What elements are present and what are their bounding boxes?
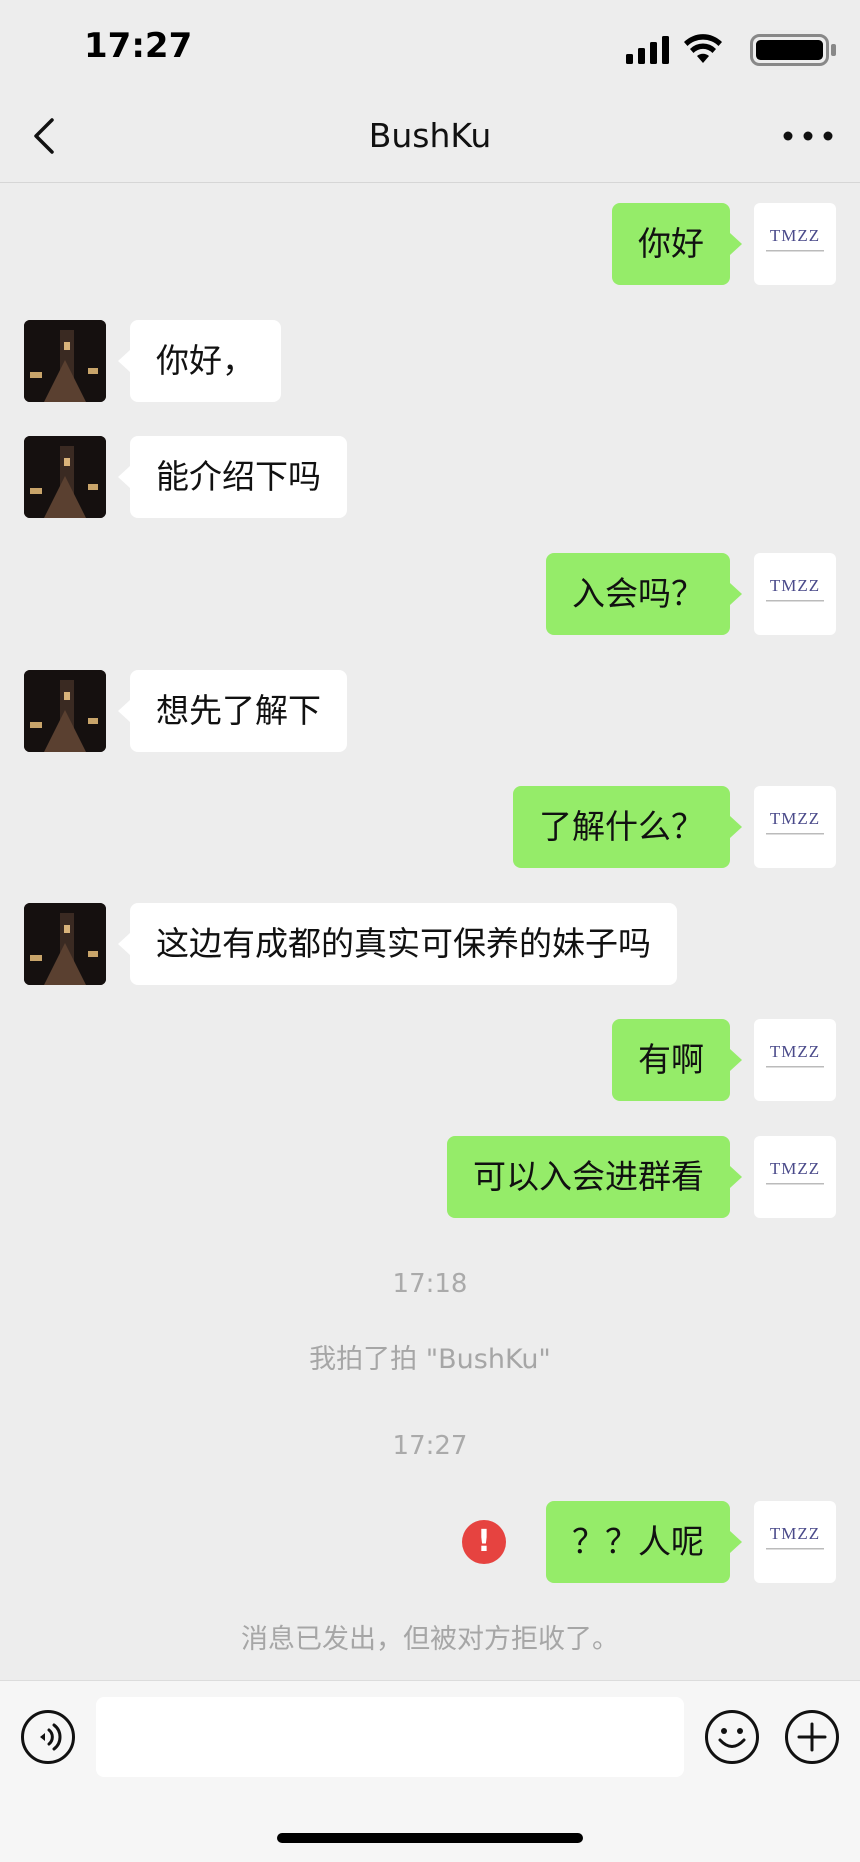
contact-avatar[interactable]: [24, 436, 106, 518]
rejected-notice: 消息已发出，但被对方拒收了。: [241, 1624, 619, 1655]
message-bubble[interactable]: 你好，: [118, 320, 281, 402]
message-row: 你好，: [0, 320, 860, 404]
pat-notice: 我拍了拍 "BushKu": [309, 1344, 551, 1375]
status-time: 17:27: [84, 26, 193, 66]
message-row-failed: ! ？？人呢 TMZZ: [0, 1501, 860, 1585]
message-row: 想先了解下: [0, 670, 860, 754]
nav-bar: BushKu: [0, 92, 860, 183]
message-bubble[interactable]: 这边有成都的真实可保养的妹子吗: [118, 903, 677, 985]
contact-avatar[interactable]: [24, 670, 106, 752]
status-icons: [598, 30, 838, 70]
message-bubble[interactable]: 可以入会进群看: [447, 1136, 742, 1218]
message-row: 可以入会进群看 TMZZ: [0, 1136, 860, 1220]
voice-icon[interactable]: [20, 1709, 76, 1765]
message-row: 了解什么？ TMZZ: [0, 786, 860, 870]
avatar-logo-text: TMZZ: [770, 1159, 820, 1178]
my-avatar[interactable]: TMZZ: [754, 1019, 836, 1101]
message-row: 有啊 TMZZ: [0, 1019, 860, 1103]
message-row: 这边有成都的真实可保养的妹子吗: [0, 903, 860, 987]
message-bubble[interactable]: 入会吗？: [546, 553, 742, 635]
input-bar: [0, 1680, 860, 1862]
battery-icon: [750, 34, 836, 66]
signal-icon: [626, 36, 669, 64]
message-bubble[interactable]: ？？人呢: [546, 1501, 742, 1583]
send-failed-icon[interactable]: !: [462, 1520, 506, 1564]
timestamp: 17:27: [392, 1431, 468, 1461]
avatar-logo-text: TMZZ: [770, 1042, 820, 1061]
message-bubble[interactable]: 有啊: [612, 1019, 742, 1101]
more-icon[interactable]: [776, 114, 840, 158]
message-bubble[interactable]: 了解什么？: [513, 786, 742, 868]
contact-avatar[interactable]: [24, 320, 106, 402]
message-input[interactable]: [96, 1697, 684, 1777]
my-avatar[interactable]: TMZZ: [754, 553, 836, 635]
message-bubble[interactable]: 想先了解下: [118, 670, 347, 752]
message-row: 入会吗？ TMZZ: [0, 553, 860, 637]
my-avatar[interactable]: TMZZ: [754, 1136, 836, 1218]
avatar-logo-text: TMZZ: [770, 576, 820, 595]
avatar-logo-text: TMZZ: [770, 809, 820, 828]
message-bubble[interactable]: 能介绍下吗: [118, 436, 347, 518]
home-indicator[interactable]: [277, 1833, 583, 1843]
chat-title: BushKu: [368, 116, 492, 155]
message-row: 你好 TMZZ: [0, 203, 860, 287]
avatar-logo-text: TMZZ: [770, 226, 820, 245]
message-row: 能介绍下吗: [0, 436, 860, 520]
contact-avatar[interactable]: [24, 903, 106, 985]
timestamp: 17:18: [392, 1269, 468, 1299]
status-bar: 17:27: [0, 0, 860, 90]
my-avatar[interactable]: TMZZ: [754, 1501, 836, 1583]
my-avatar[interactable]: TMZZ: [754, 203, 836, 285]
plus-icon[interactable]: [784, 1709, 840, 1765]
wifi-icon: [684, 34, 722, 63]
my-avatar[interactable]: TMZZ: [754, 786, 836, 868]
emoji-icon[interactable]: [704, 1709, 760, 1765]
message-bubble[interactable]: 你好: [612, 203, 742, 285]
avatar-logo-text: TMZZ: [770, 1524, 820, 1543]
